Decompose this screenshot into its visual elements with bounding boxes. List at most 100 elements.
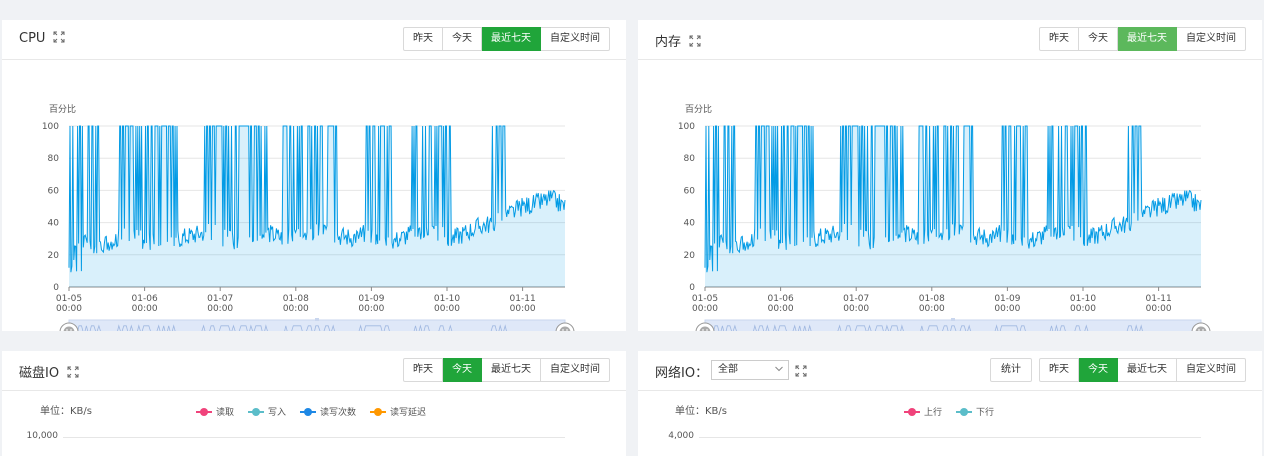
network-io-panel-header: 网络IO： 全部 统计 昨天 今天 最近七天 自定义时间 (638, 351, 1262, 391)
network-io-legend-item[interactable]: 下行 (956, 405, 994, 418)
y-tick-label: 20 (684, 251, 696, 261)
btn-last-7-days[interactable]: 最近七天 (1118, 27, 1177, 51)
disk-io-panel-header: 磁盘IO 昨天 今天 最近七天 自定义时间 (2, 351, 626, 391)
y-tick-label: 0 (689, 283, 695, 293)
btn-custom-time[interactable]: 自定义时间 (1177, 27, 1246, 51)
btn-yesterday[interactable]: 昨天 (1039, 358, 1079, 382)
legend-marker-icon (904, 407, 920, 416)
disk-io-unit: 单位：KB/s (40, 406, 92, 417)
btn-today[interactable]: 今天 (1079, 358, 1118, 382)
network-io-legend-label: 上行 (924, 408, 943, 418)
y-tick-label: 40 (48, 219, 60, 229)
x-tick-label: 01-10 00:00 (1070, 294, 1096, 314)
network-io-first-tick: 4,000 (668, 431, 694, 441)
disk-io-panel: 磁盘IO 昨天 今天 最近七天 自定义时间 单位：KB/s 10,000 (2, 351, 626, 456)
y-tick-label: 40 (684, 219, 696, 229)
legend-marker-icon (370, 407, 387, 416)
chevron-down-icon (775, 366, 783, 372)
legend-marker-icon (300, 407, 317, 416)
x-tick-label: 01-09 00:00 (994, 294, 1020, 314)
btn-custom-time[interactable]: 自定义时间 (1177, 358, 1246, 382)
disk-io-legend-label: 读取 (216, 408, 235, 418)
y-tick-label: 0 (53, 283, 59, 293)
cpu-panel: CPU 昨天 今天 最近七天 自定义时间 百分比 0 20 40 60 80 100 01-0… (2, 20, 626, 331)
x-tick-label: 01-05 00:00 (56, 294, 82, 314)
fullscreen-icon[interactable] (795, 365, 807, 377)
x-tick-label: 01-11 00:00 (1146, 294, 1172, 314)
network-io-legend-item[interactable]: 上行 (904, 405, 942, 418)
btn-last-7-days[interactable]: 最近七天 (482, 27, 541, 51)
network-io-legend-label: 下行 (976, 408, 995, 418)
disk-io-legend-item[interactable]: 读写次数 (300, 405, 356, 418)
legend-marker-icon (956, 407, 973, 416)
network-io-legend: 上行 下行 (904, 405, 994, 418)
legend-marker-icon (196, 407, 212, 416)
btn-custom-time[interactable]: 自定义时间 (541, 27, 610, 51)
fullscreen-icon[interactable] (689, 35, 701, 47)
network-interface-select-value: 全部 (718, 364, 738, 375)
y-tick-label: 60 (48, 186, 60, 196)
memory-panel-header: 内存 昨天 今天 最近七天 自定义时间 (638, 20, 1262, 60)
disk-io-time-range: 昨天 今天 最近七天 自定义时间 (403, 358, 610, 382)
cpu-chart: 百分比 0 20 40 60 80 100 01-05 00:00 01-06 00:00 01-07… (42, 103, 575, 331)
y-tick-label: 20 (48, 251, 60, 261)
x-tick-label: 01-07 00:00 (207, 294, 233, 314)
y-axis-label: 百分比 (49, 103, 76, 115)
cpu-panel-header: CPU 昨天 今天 最近七天 自定义时间 (2, 20, 626, 60)
fullscreen-icon[interactable] (67, 366, 79, 378)
btn-today[interactable]: 今天 (443, 358, 482, 382)
x-tick-label: 01-08 00:00 (919, 294, 945, 314)
btn-yesterday[interactable]: 昨天 (403, 27, 443, 51)
memory-time-range: 昨天 今天 最近七天 自定义时间 (1039, 27, 1246, 51)
stats-button[interactable]: 统计 (990, 358, 1032, 382)
y-tick-label: 100 (42, 122, 59, 132)
btn-last-7-days[interactable]: 最近七天 (1118, 358, 1177, 382)
y-axis-label: 百分比 (685, 103, 712, 115)
disk-io-legend: 读取 写入 读写次数 读写延迟 (196, 405, 426, 418)
network-interface-select[interactable]: 全部 (711, 360, 789, 380)
memory-title-text: 内存 (655, 35, 682, 50)
disk-io-first-tick: 10,000 (26, 431, 59, 441)
btn-last-7-days[interactable]: 最近七天 (482, 358, 541, 382)
disk-io-gridline (63, 437, 565, 438)
memory-panel: 内存 昨天 今天 最近七天 自定义时间 百分比 0 20 40 60 80 100 01-05… (638, 20, 1262, 331)
btn-yesterday[interactable]: 昨天 (403, 358, 443, 382)
cpu-title: CPU (19, 31, 65, 46)
network-io-unit: 单位：KB/s (675, 406, 727, 417)
memory-chart: 百分比 0 20 40 60 80 100 01-05 00:00 01-06 00:00 01-07… (678, 103, 1211, 331)
fullscreen-icon[interactable] (53, 31, 65, 43)
cpu-title-text: CPU (19, 31, 46, 46)
y-tick-label: 60 (684, 186, 696, 196)
btn-custom-time[interactable]: 自定义时间 (541, 358, 610, 382)
x-tick-label: 01-08 00:00 (283, 294, 309, 314)
disk-io-title: 磁盘IO (19, 362, 79, 381)
network-io-title: 网络IO： (655, 366, 709, 381)
disk-io-title-text: 磁盘IO (19, 366, 60, 381)
x-tick-label: 01-06 00:00 (132, 294, 158, 314)
network-io-gridline (699, 437, 1201, 438)
disk-io-legend-item[interactable]: 读取 (196, 405, 234, 418)
disk-io-legend-label: 读写次数 (320, 408, 357, 418)
x-tick-label: 01-11 00:00 (510, 294, 536, 314)
disk-io-legend-label: 读写延迟 (390, 408, 427, 418)
x-tick-label: 01-07 00:00 (843, 294, 869, 314)
x-tick-label: 01-05 00:00 (692, 294, 718, 314)
datazoom-center-mark (951, 318, 955, 321)
disk-io-legend-item[interactable]: 写入 (248, 405, 286, 418)
y-tick-label: 80 (684, 154, 696, 164)
y-tick-label: 100 (678, 122, 695, 132)
x-tick-label: 01-09 00:00 (358, 294, 384, 314)
network-io-time-range: 昨天 今天 最近七天 自定义时间 (1039, 358, 1246, 382)
disk-io-legend-label: 写入 (268, 408, 287, 418)
cpu-time-range: 昨天 今天 最近七天 自定义时间 (403, 27, 610, 51)
btn-yesterday[interactable]: 昨天 (1039, 27, 1079, 51)
datazoom-center-mark (315, 318, 319, 321)
disk-io-legend-item[interactable]: 读写延迟 (370, 405, 426, 418)
y-tick-label: 80 (48, 154, 60, 164)
x-tick-label: 01-06 00:00 (768, 294, 794, 314)
network-io-panel: 网络IO： 全部 统计 昨天 今天 最近七天 自定义时间 单位：KB/s 4,0… (638, 351, 1262, 456)
btn-today[interactable]: 今天 (443, 27, 482, 51)
legend-marker-icon (248, 407, 265, 416)
btn-today[interactable]: 今天 (1079, 27, 1118, 51)
x-tick-label: 01-10 00:00 (434, 294, 460, 314)
